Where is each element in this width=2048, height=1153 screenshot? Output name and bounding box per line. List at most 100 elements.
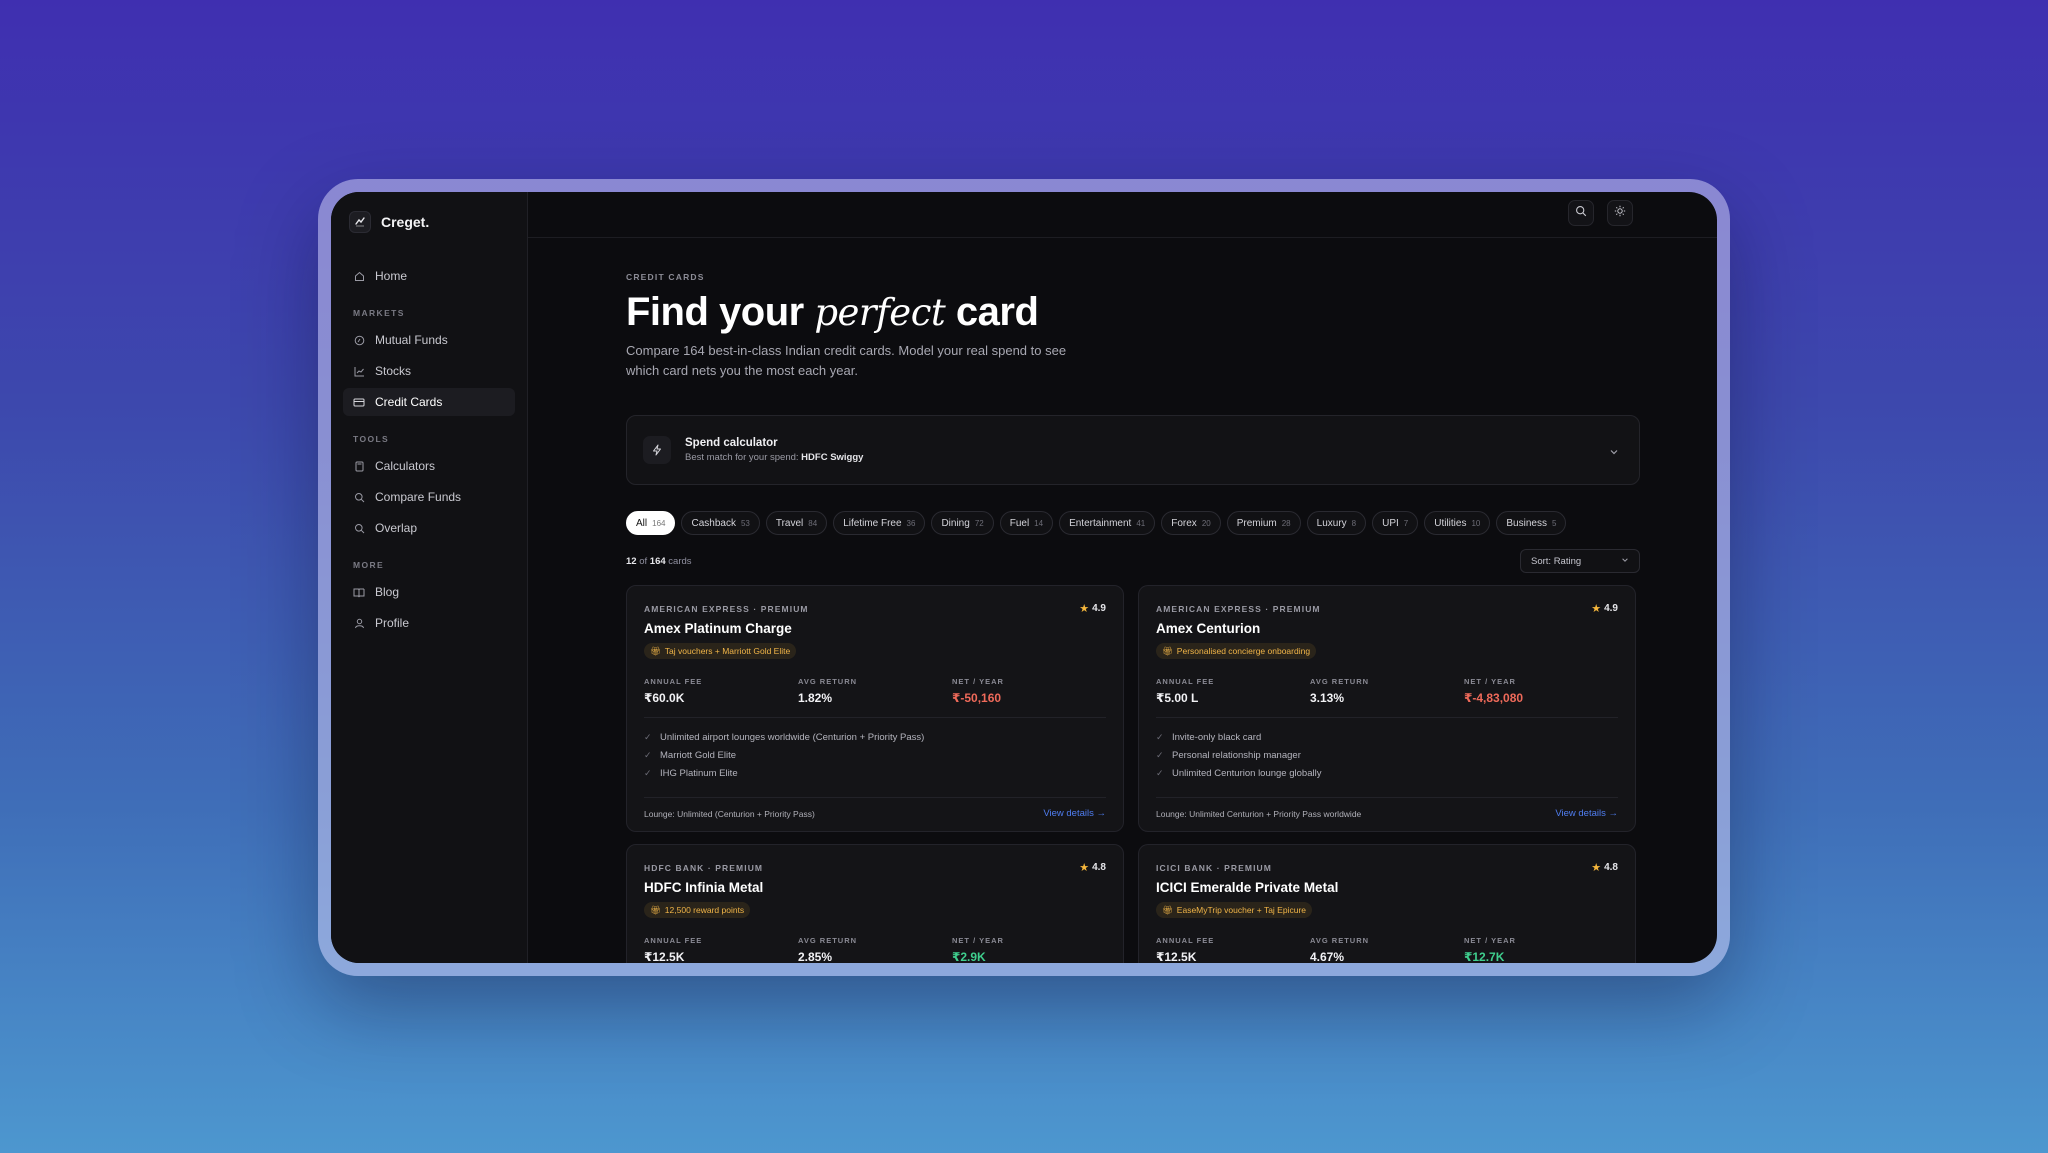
sort-select[interactable]: Sort: Rating	[1520, 549, 1640, 573]
check-icon: ✓	[1156, 767, 1164, 778]
brand[interactable]: Creget.	[343, 208, 515, 236]
filter-chip-premium[interactable]: Premium 28	[1226, 511, 1301, 535]
sidebar-item-credit-cards[interactable]: Credit Cards	[343, 388, 515, 416]
lounge-info: Lounge: Unlimited (Centurion + Priority …	[644, 808, 815, 819]
filter-chip-all[interactable]: All 164	[626, 511, 676, 535]
stat-label: NET / YEAR	[1464, 936, 1516, 945]
page-subtitle: Compare 164 best-in-class Indian credit …	[626, 343, 1067, 378]
credit-card-tile[interactable]: HDFC BANK · PREMIUM ★ 4.8 HDFC Infinia Meta…	[626, 844, 1124, 963]
sidebar-item-label: Blog	[375, 585, 400, 599]
sidebar-item-calculators[interactable]: Calculators	[343, 452, 515, 480]
stat-net-year: NET / YEAR ₹-4,83,080	[1464, 677, 1618, 705]
list-item: ✓ Invite-only black card	[1156, 728, 1618, 746]
stat-label: ANNUAL FEE	[1156, 677, 1215, 686]
card-stats: ANNUAL FEE ₹12.5K AVG RETURN 2.85% NET / YEA…	[644, 936, 1106, 963]
card-footer: Lounge: Unlimited (Centurion + Priority …	[644, 797, 1106, 819]
view-details-link[interactable]: View details →	[1043, 808, 1106, 819]
credit-card-tile[interactable]: AMERICAN EXPRESS · PREMIUM ★ 4.9 Amex Plati…	[626, 585, 1124, 832]
title-part-2: card	[955, 290, 1039, 334]
sidebar-item-home[interactable]: Home	[343, 262, 515, 290]
lounge-info: Lounge: Unlimited Centurion + Priority P…	[1156, 808, 1362, 819]
results-total: 164	[649, 555, 666, 567]
filter-chip-upi[interactable]: UPI 7	[1372, 511, 1419, 535]
results-count: 12 of 164 cards	[626, 556, 692, 567]
sidebar-item-label: Home	[375, 269, 408, 283]
filter-chip-travel[interactable]: Travel 84	[765, 511, 828, 535]
gift-icon: 🎁︎	[650, 904, 661, 915]
rating-value: 4.8	[1604, 862, 1618, 873]
calculator-title: Spend calculator	[685, 437, 778, 449]
filter-chip-business[interactable]: Business 5	[1496, 511, 1567, 535]
filter-chip-count: 10	[1471, 518, 1481, 528]
sidebar-item-profile[interactable]: Profile	[343, 609, 515, 637]
feature-text: Unlimited airport lounges worldwide (Cen…	[660, 731, 925, 743]
sidebar-item-label: Overlap	[375, 521, 418, 535]
filter-chip-count: 164	[652, 518, 666, 528]
main-content: CREDIT CARDS Find your perfect card Comp…	[528, 192, 1717, 963]
feature-text: IHG Platinum Elite	[660, 767, 738, 779]
theme-toggle-button[interactable]	[1607, 200, 1633, 226]
feature-text: Unlimited Centurion lounge globally	[1172, 767, 1322, 779]
filter-chip-count: 8	[1351, 518, 1357, 528]
sidebar-item-stocks[interactable]: Stocks	[343, 357, 515, 385]
stat-label: NET / YEAR	[952, 677, 1004, 686]
filter-chip-count: 28	[1281, 518, 1291, 528]
card-footer: Lounge: Unlimited Centurion + Priority P…	[1156, 797, 1618, 819]
credit-card-tile[interactable]: ICICI BANK · PREMIUM ★ 4.8 ICICI Emeralde P…	[1138, 844, 1636, 963]
filter-chip-utilities[interactable]: Utilities 10	[1424, 511, 1491, 535]
view-details-link[interactable]: View details →	[1555, 808, 1618, 819]
chevron-down-icon[interactable]	[1609, 444, 1619, 462]
results-shown: 12	[626, 555, 637, 567]
sidebar-item-compare-funds[interactable]: Compare Funds	[343, 483, 515, 511]
credit-card-tile[interactable]: AMERICAN EXPRESS · PREMIUM ★ 4.9 Amex Centu…	[1138, 585, 1636, 832]
stat-value: 3.13%	[1310, 691, 1345, 705]
card-name: ICICI Emeralde Private Metal	[1156, 880, 1339, 895]
title-part-1: Find your	[626, 290, 804, 334]
sidebar-item-mutual-funds[interactable]: Mutual Funds	[343, 326, 515, 354]
compass-icon	[353, 334, 365, 346]
perk-text: Taj vouchers + Marriott Gold Elite	[664, 646, 791, 656]
search-icon	[353, 522, 365, 534]
list-item: ✓ Unlimited airport lounges worldwide (Ce…	[644, 728, 1106, 746]
line-chart-icon	[353, 365, 365, 377]
filter-chip-lifetime-free[interactable]: Lifetime Free 36	[833, 511, 926, 535]
sidebar-item-label: Credit Cards	[375, 395, 443, 409]
search-icon	[353, 491, 365, 503]
filter-chip-fuel[interactable]: Fuel 14	[999, 511, 1054, 535]
filter-chip-label: Entertainment	[1069, 517, 1132, 529]
spend-calculator[interactable]: Spend calculator Best match for your spe…	[626, 415, 1640, 485]
rating-value: 4.8	[1092, 862, 1106, 873]
results-suffix: cards	[668, 555, 692, 567]
filter-chip-cashback[interactable]: Cashback 53	[681, 511, 760, 535]
calculator-icon	[353, 460, 365, 472]
filter-chip-label: All	[636, 517, 648, 529]
feature-text: Invite-only black card	[1172, 731, 1262, 743]
top-bar	[528, 192, 1717, 238]
filter-chip-label: Cashback	[691, 517, 736, 529]
sun-icon	[1614, 204, 1626, 222]
sidebar-item-overlap[interactable]: Overlap	[343, 514, 515, 542]
filter-chip-entertainment[interactable]: Entertainment 41	[1059, 511, 1156, 535]
filter-chip-dining[interactable]: Dining 72	[931, 511, 994, 535]
filter-chip-luxury[interactable]: Luxury 8	[1306, 511, 1367, 535]
brand-name: Creget.	[381, 214, 430, 230]
card-name: Amex Centurion	[1156, 621, 1261, 636]
card-name: HDFC Infinia Metal	[644, 880, 764, 895]
calculator-subtitle: Best match for your spend: HDFC Swiggy	[685, 452, 863, 463]
star-icon: ★	[1079, 603, 1090, 615]
filter-chip-forex[interactable]: Forex 20	[1161, 511, 1221, 535]
gift-icon: 🎁︎	[650, 645, 661, 656]
filter-chip-label: Luxury	[1316, 517, 1347, 529]
stat-label: NET / YEAR	[1464, 677, 1516, 686]
section-label-tools: TOOLS	[353, 434, 390, 444]
filter-chip-label: Travel	[775, 517, 804, 529]
feature-text: Personal relationship manager	[1172, 749, 1301, 761]
sidebar-item-blog[interactable]: Blog	[343, 578, 515, 606]
check-icon: ✓	[644, 749, 652, 760]
card-rating: ★ 4.8	[1079, 861, 1106, 874]
stat-label: AVG RETURN	[1310, 936, 1370, 945]
card-rating: ★ 4.8	[1591, 861, 1618, 874]
search-button[interactable]	[1568, 200, 1594, 226]
stat-value: ₹12.5K	[1156, 950, 1197, 963]
stat-value: 1.82%	[798, 691, 833, 705]
